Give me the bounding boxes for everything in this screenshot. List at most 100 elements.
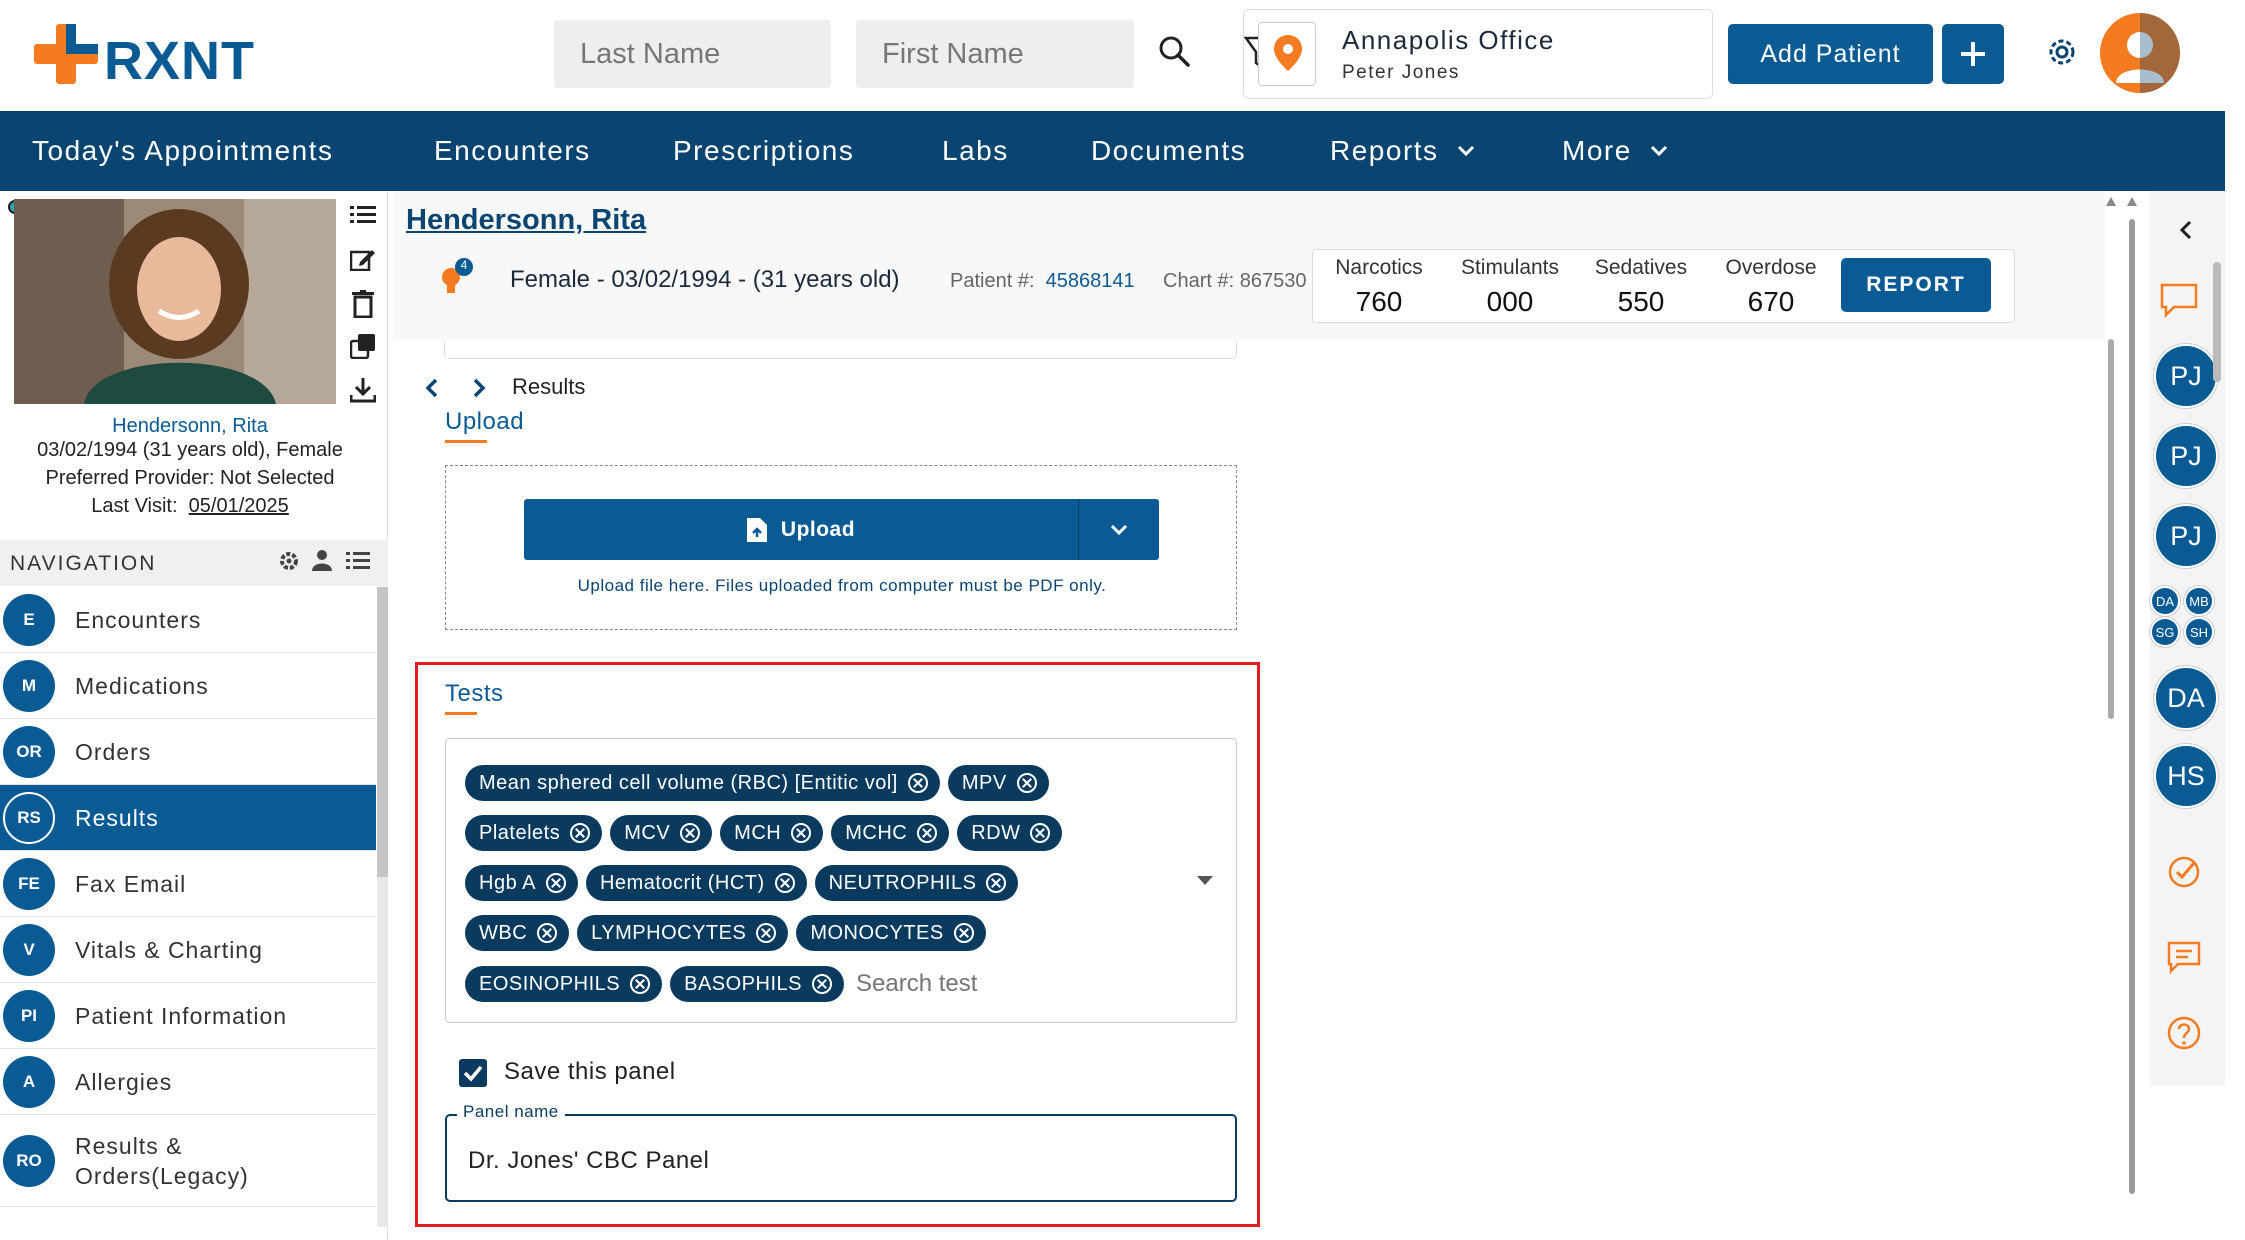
remove-chip-icon[interactable] <box>537 923 558 943</box>
left-nav-allergies[interactable]: A Allergies <box>0 1049 376 1115</box>
remove-chip-icon[interactable] <box>545 873 566 893</box>
tab-upload[interactable]: Upload <box>445 408 524 436</box>
tests-select[interactable]: Mean sphered cell volume (RBC) [Entitic … <box>445 738 1237 1023</box>
add-button[interactable] <box>1942 24 2004 84</box>
left-nav-vitals-charting[interactable]: V Vitals & Charting <box>0 917 376 983</box>
remove-chip-icon[interactable] <box>756 923 777 943</box>
narcotics-score: Narcotics 760 <box>1335 256 1423 317</box>
user-avatar[interactable] <box>2100 13 2180 93</box>
left-nav-medications[interactable]: M Medications <box>0 653 376 719</box>
left-nav-results[interactable]: RS Results <box>0 785 376 851</box>
patient-name-link[interactable]: Hendersonn, Rita <box>0 415 380 438</box>
list-icon[interactable] <box>350 204 376 226</box>
upload-options-button[interactable] <box>1079 499 1159 560</box>
test-chip-label: Platelets <box>479 821 561 844</box>
message-icon[interactable] <box>2166 940 2202 974</box>
right-sidebar-scrollbar[interactable] <box>2213 262 2221 382</box>
search-icon[interactable] <box>1157 34 1191 68</box>
avatar-mini-da[interactable]: DA <box>2150 586 2180 616</box>
collapse-chevron-icon[interactable] <box>2177 219 2195 241</box>
dropdown-caret-icon[interactable] <box>1197 876 1213 886</box>
edit-icon[interactable] <box>350 247 376 271</box>
nav-labs[interactable]: Labs <box>942 135 1009 167</box>
remove-chip-icon[interactable] <box>1016 773 1037 793</box>
remove-chip-icon[interactable] <box>774 873 795 893</box>
remove-chip-icon[interactable] <box>917 823 938 843</box>
nav-more[interactable]: More <box>1562 135 1668 167</box>
chat-icon[interactable] <box>2158 281 2200 319</box>
avatar-pj-3[interactable]: PJ <box>2154 504 2218 568</box>
task-check-icon[interactable] <box>2166 854 2202 890</box>
remove-chip-icon[interactable] <box>907 773 928 793</box>
avatar-pj-1[interactable]: PJ <box>2154 344 2218 408</box>
remove-chip-icon[interactable] <box>986 873 1007 893</box>
nav-encounters[interactable]: Encounters <box>434 135 591 167</box>
test-chip-label: MPV <box>961 771 1007 794</box>
remove-chip-icon[interactable] <box>570 823 591 843</box>
overdose-score: Overdose 670 <box>1725 256 1817 317</box>
person-icon[interactable] <box>312 549 332 571</box>
search-test-input[interactable] <box>856 970 1036 998</box>
last-visit-date[interactable]: 05/01/2025 <box>189 495 289 517</box>
location-pin-icon[interactable] <box>1258 22 1316 86</box>
navigation-title: NAVIGATION <box>10 552 157 575</box>
gear-icon[interactable] <box>2044 34 2080 70</box>
remove-chip-icon[interactable] <box>680 823 701 843</box>
save-panel-checkbox[interactable] <box>459 1059 487 1087</box>
left-nav-fax-email[interactable]: FE Fax Email <box>0 851 376 917</box>
office-selector[interactable]: Annapolis Office Peter Jones <box>1243 9 1713 99</box>
panel-name-field[interactable]: Panel name Dr. Jones' CBC Panel <box>445 1102 1237 1202</box>
add-patient-button[interactable]: Add Patient <box>1728 24 1933 84</box>
copy-icon[interactable] <box>350 333 376 359</box>
left-nav-scrollbar[interactable] <box>377 587 388 1227</box>
save-panel-label: Save this panel <box>504 1058 676 1085</box>
chevron-left-icon[interactable] <box>423 377 441 399</box>
pdmp-scores: Narcotics 760 Stimulants 000 Sedatives 550 … <box>1312 249 2015 323</box>
test-chip: MCH <box>720 815 824 851</box>
main-scrollbar[interactable] <box>2105 195 2117 1240</box>
test-chips: Mean sphered cell volume (RBC) [Entitic … <box>465 758 1165 1006</box>
page-scrollbar[interactable] <box>2126 195 2138 1240</box>
test-chip-label: Hematocrit (HCT) <box>599 871 765 894</box>
alert-bulb-icon[interactable]: 4 <box>439 257 475 297</box>
left-nav-patient-information[interactable]: PI Patient Information <box>0 983 376 1049</box>
test-chip: Platelets <box>465 815 603 851</box>
left-nav-encounters[interactable]: E Encounters <box>0 587 376 653</box>
avatar-pj-2[interactable]: PJ <box>2154 424 2218 488</box>
tab-tests[interactable]: Tests <box>445 680 504 708</box>
first-name-input[interactable] <box>856 20 1134 88</box>
nav-reports[interactable]: Reports <box>1330 135 1475 167</box>
avatar-mini-mb[interactable]: MB <box>2184 586 2214 616</box>
download-icon[interactable] <box>350 377 376 403</box>
nav-documents[interactable]: Documents <box>1091 135 1246 167</box>
avatar-mini-sg[interactable]: SG <box>2150 617 2180 647</box>
remove-chip-icon[interactable] <box>630 974 651 994</box>
list-icon[interactable] <box>346 551 370 571</box>
remove-chip-icon[interactable] <box>812 974 832 994</box>
upload-button[interactable]: Upload <box>524 499 1079 560</box>
help-icon[interactable] <box>2166 1015 2202 1051</box>
navigation-header: NAVIGATION <box>0 540 388 586</box>
report-button[interactable]: REPORT <box>1841 258 1991 312</box>
test-chip-label: BASOPHILS <box>684 972 802 995</box>
nav-prescriptions[interactable]: Prescriptions <box>673 135 854 167</box>
panel-name-value[interactable]: Dr. Jones' CBC Panel <box>468 1147 709 1175</box>
test-chip-label: NEUTROPHILS <box>828 871 977 894</box>
nav-todays-appointments[interactable]: Today's Appointments <box>32 135 334 167</box>
chevron-right-icon[interactable] <box>470 377 488 399</box>
left-nav-orders[interactable]: OR Orders <box>0 719 376 785</box>
left-nav-results-orders-legacy[interactable]: RO Results & Orders(Legacy) <box>0 1115 376 1207</box>
avatar-mini-sh[interactable]: SH <box>2184 617 2214 647</box>
remove-chip-icon[interactable] <box>953 923 974 943</box>
avatar-da[interactable]: DA <box>2154 666 2218 730</box>
remove-chip-icon[interactable] <box>791 823 812 843</box>
test-chip-label: MONOCYTES <box>810 921 944 944</box>
patient-name-title[interactable]: Hendersonn, Rita <box>406 204 646 237</box>
avatar-hs[interactable]: HS <box>2154 744 2218 808</box>
upload-dropzone[interactable]: Upload Upload file here. Files uploaded … <box>445 465 1237 630</box>
remove-chip-icon[interactable] <box>1030 823 1051 843</box>
last-name-input[interactable] <box>554 20 831 88</box>
gear-icon[interactable] <box>278 550 300 572</box>
office-user: Peter Jones <box>1342 62 1460 83</box>
trash-icon[interactable] <box>352 290 374 318</box>
